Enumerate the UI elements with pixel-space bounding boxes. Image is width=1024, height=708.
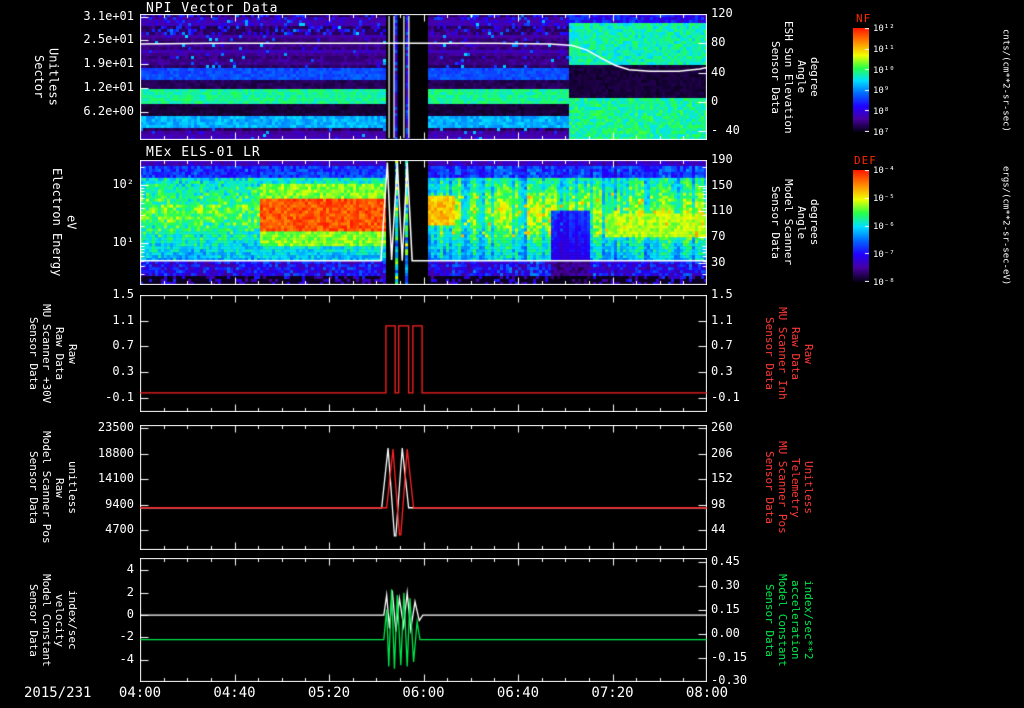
panel1-right-label: Sensor Data ESH Sun Elevation Angle degr… <box>768 20 821 134</box>
panel5-ytick-4: -4 <box>119 651 134 666</box>
time-tick-5: 07:20 <box>591 685 634 701</box>
colorbar1-tick-2: 10¹⁰ <box>873 65 895 76</box>
panel2-rtick-0: 190 <box>711 152 733 166</box>
model-constant-plot <box>140 558 707 682</box>
colorbar2-tick-4: 10⁻⁸ <box>873 278 895 288</box>
panel4-right-label: Sensor Data MU Scanner Pos Telemetry Uni… <box>762 441 815 534</box>
npi-spectrogram <box>140 14 707 140</box>
colorbar2-tick-3: 10⁻⁷ <box>873 250 895 260</box>
panel4-ytick-2: 14100 <box>97 471 134 485</box>
time-tick-3: 06:00 <box>402 685 445 701</box>
panel5-rtick-4: -0.15 <box>711 649 748 664</box>
panel1-ytick-3: 1.2e+01 <box>83 80 134 95</box>
panel3-rtick-1: 1.1 <box>711 312 733 327</box>
panel5-rtick-1: 0.30 <box>711 578 740 593</box>
colorbar1-label: NF <box>856 12 872 25</box>
panel3-rtick-0: 1.5 <box>711 287 733 301</box>
els-spectrogram <box>140 160 707 285</box>
panel2-title: MEx ELS-01 LR <box>146 145 261 160</box>
panel2-ytick-1: 10¹ <box>112 235 134 250</box>
scanner-pos-plot <box>140 425 707 550</box>
panel5-rtick-3: 0.00 <box>711 626 740 640</box>
colorbar2-tick-2: 10⁻⁶ <box>873 222 895 232</box>
panel4-rtick-4: 44 <box>711 522 726 536</box>
panel4-rtick-2: 152 <box>711 471 733 485</box>
panel3-ytick-4: -0.1 <box>105 389 134 404</box>
time-tick-6: 08:00 <box>685 685 729 701</box>
panel1-ytick-2: 1.9e+01 <box>83 56 134 71</box>
panel1-ytick-0: 3.1e+01 <box>83 8 134 23</box>
panel1-rtick-3: 0 <box>711 93 719 108</box>
colorbar1-tick-1: 10¹¹ <box>873 44 895 55</box>
panel2-rtick-4: 30 <box>711 254 726 269</box>
panel4-rtick-0: 260 <box>711 420 733 434</box>
panel5-rtick-0: 0.45 <box>711 553 740 568</box>
panel5-ytick-0: 4 <box>126 562 134 577</box>
panel1-rtick-4: - 40 <box>711 123 740 138</box>
panel3-rtick-3: 0.3 <box>711 364 733 379</box>
colorbar1-tick-4: 10⁸ <box>873 107 890 118</box>
panel5-ytick-3: -2 <box>119 629 134 644</box>
panel1-rtick-2: 40 <box>711 64 726 79</box>
panel2-ytick-0: 10² <box>112 177 134 191</box>
panel4-ytick-0: 23500 <box>97 420 134 434</box>
panel4-rtick-3: 98 <box>711 496 726 511</box>
time-tick-4: 06:40 <box>496 685 540 701</box>
panel4-ylabel: Sensor Data Model Scanner Pos Raw unitle… <box>26 431 79 544</box>
time-tick-0: 04:00 <box>118 685 162 701</box>
panel1-ylabel: Sector Unitless <box>32 48 61 106</box>
panel2-rtick-1: 150 <box>711 177 733 192</box>
panel1-rtick-1: 80 <box>711 35 726 50</box>
colorbar1-tick-5: 10⁷ <box>873 128 890 138</box>
panel3-ytick-2: 0.7 <box>112 338 134 353</box>
time-tick-1: 04:40 <box>213 685 256 701</box>
colorbar1-units: cnts/(cm**2-sr-sec) <box>1000 28 1011 132</box>
science-plot-page: NPI Vector Data MEx ELS-01 LR Sector Uni… <box>0 0 1024 708</box>
colorbar1-tick-3: 10⁹ <box>873 86 890 97</box>
colorbar2-units: ergs/(cm**2-sr-sec-eV) <box>1000 166 1011 286</box>
colorbar2 <box>853 170 869 282</box>
panel2-ylabel: Electron Energy eV <box>50 168 79 277</box>
panel3-ytick-3: 0.3 <box>112 364 134 379</box>
panel3-ytick-0: 1.5 <box>112 287 134 301</box>
date-label: 2015/231 <box>24 685 92 701</box>
panel5-ylabel: Sensor Data Model Constant velocity inde… <box>26 573 79 667</box>
time-tick-2: 05:20 <box>307 685 351 701</box>
panel3-ytick-1: 1.1 <box>112 312 134 327</box>
panel2-right-label: Sensor Data Model Scanner Angle degrees <box>768 179 821 266</box>
panel5-ytick-2: 0 <box>126 607 134 622</box>
panel2-rtick-3: 70 <box>711 228 726 243</box>
panel1-ytick-4: 6.2e+00 <box>83 104 134 119</box>
panel2-rtick-2: 110 <box>711 203 733 218</box>
panel5-ytick-1: 2 <box>126 584 134 599</box>
panel4-ytick-4: 4700 <box>105 522 134 536</box>
panel3-right-label: Sensor Data MU Scanner Inh Raw Data Raw <box>762 307 815 400</box>
colorbar1 <box>853 28 869 132</box>
panel1-ytick-1: 2.5e+01 <box>83 32 134 47</box>
panel5-rtick-2: 0.15 <box>711 601 740 616</box>
colorbar2-tick-0: 10⁻⁴ <box>873 166 895 176</box>
panel5-right-label: Sensor Data Model Constant acceleration … <box>762 573 815 667</box>
panel3-ylabel: Sensor Data MU Scanner +30V Raw Data Raw <box>26 303 79 404</box>
panel4-ytick-1: 18800 <box>97 445 134 460</box>
panel1-rtick-0: 120 <box>711 6 733 20</box>
panel4-rtick-1: 206 <box>711 445 733 460</box>
panel3-rtick-4: -0.1 <box>711 389 740 404</box>
panel3-rtick-2: 0.7 <box>711 338 733 353</box>
panel4-ytick-3: 9400 <box>105 496 134 511</box>
scanner-30v-plot <box>140 295 707 412</box>
colorbar2-tick-1: 10⁻⁵ <box>873 194 895 204</box>
colorbar1-tick-0: 10¹² <box>873 24 895 34</box>
